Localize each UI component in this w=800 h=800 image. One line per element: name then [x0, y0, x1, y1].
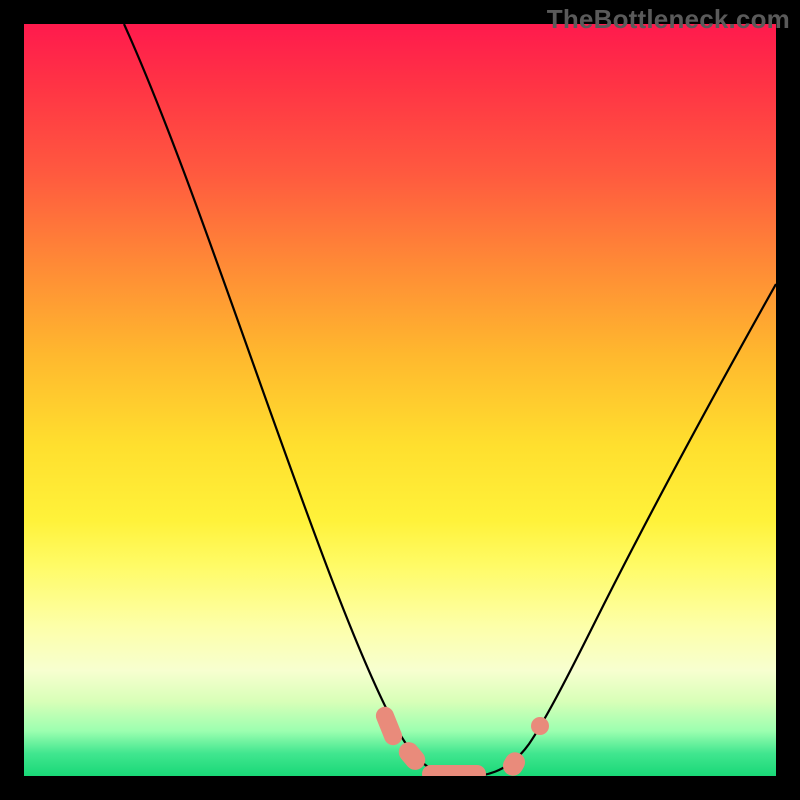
- chart-curves: [24, 24, 776, 776]
- bottleneck-curve: [124, 24, 776, 776]
- watermark-text: TheBottleneck.com: [547, 4, 790, 35]
- chart-frame: [24, 24, 776, 776]
- bottom-markers: [373, 704, 549, 776]
